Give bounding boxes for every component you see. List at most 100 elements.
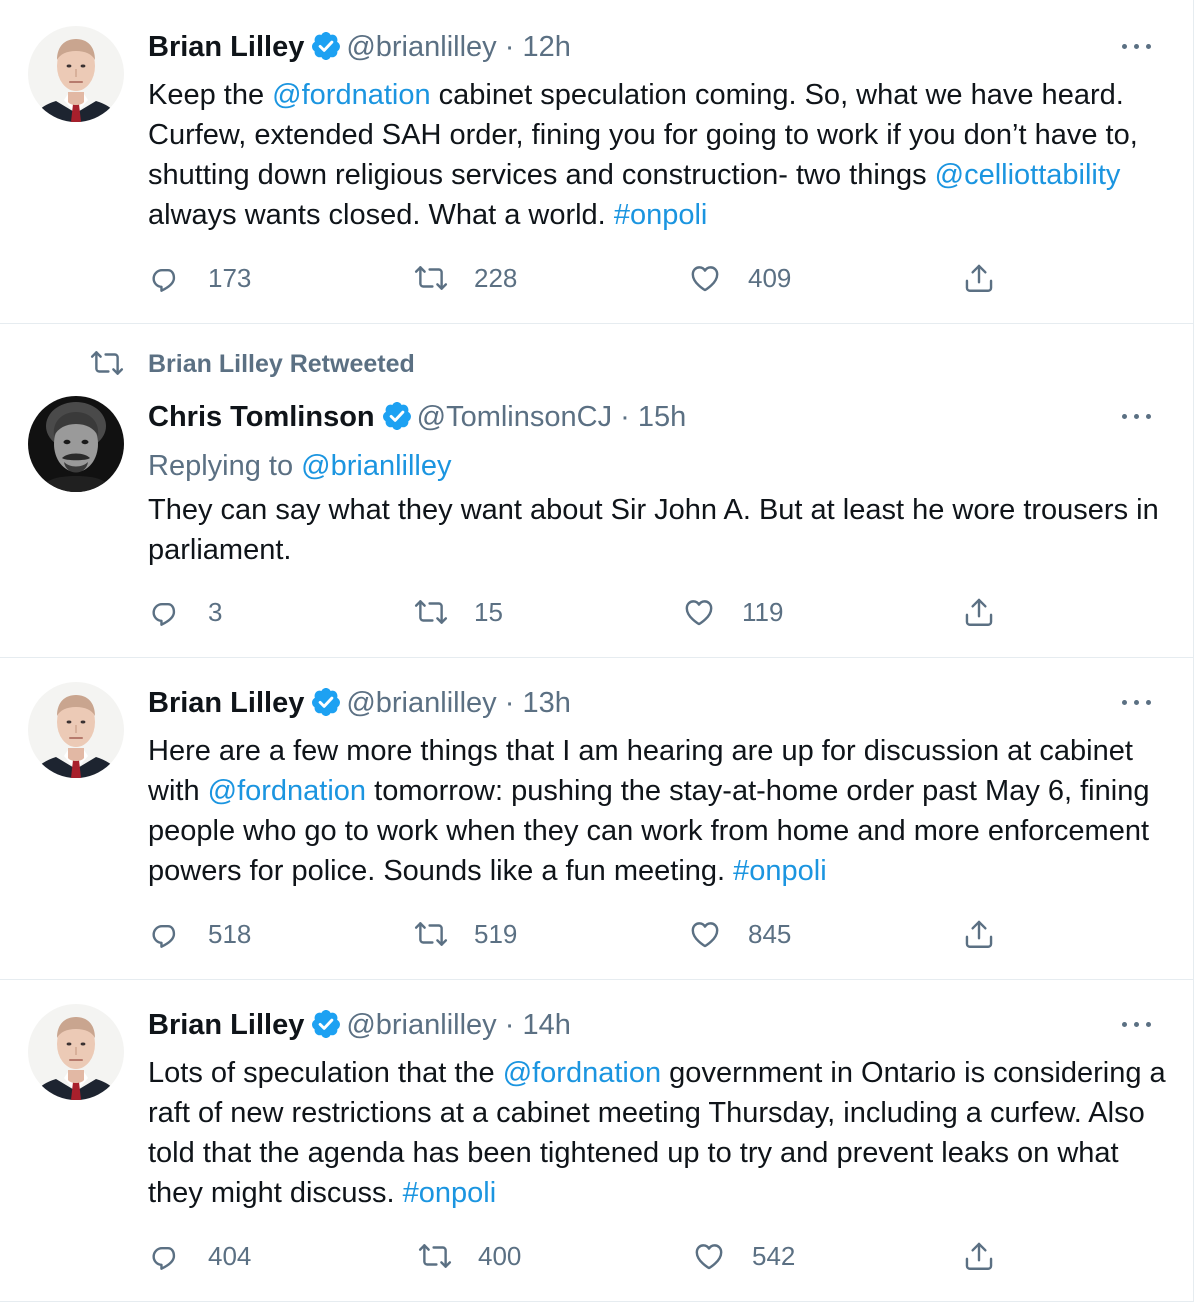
tweet-time[interactable]: 14h	[522, 1009, 570, 1041]
more-options-icon[interactable]	[1122, 36, 1156, 56]
retweet-count: 400	[478, 1240, 522, 1271]
retweet-icon	[418, 1239, 452, 1273]
reply-icon	[148, 917, 182, 951]
retweeted-by-text[interactable]: Brian Lilley Retweeted	[148, 350, 415, 379]
tweet-time[interactable]: 15h	[638, 401, 686, 433]
tweet-actions: 404 400 542	[148, 1236, 1008, 1276]
tweet-actions: 3 15 119	[148, 592, 1008, 632]
like-icon	[688, 917, 722, 951]
like-count: 542	[752, 1240, 796, 1271]
author-handle[interactable]: @brianlilley	[346, 31, 496, 63]
share-icon	[962, 1239, 996, 1273]
like-button[interactable]: 409	[688, 258, 791, 298]
reply-button[interactable]: 404	[148, 1236, 251, 1276]
more-options-icon[interactable]	[1122, 1014, 1156, 1034]
hashtag-link[interactable]: #onpoli	[733, 855, 827, 887]
retweet-count: 15	[474, 596, 503, 627]
tweet-header: Brian Lilley @brianlilley · 13h	[148, 685, 571, 721]
mention-link[interactable]: @fordnation	[272, 79, 430, 111]
like-icon	[692, 1239, 726, 1273]
tweet-text: They can say what they want about Sir Jo…	[148, 490, 1168, 570]
hashtag-link[interactable]: #onpoli	[614, 199, 708, 231]
like-button[interactable]: 845	[688, 914, 791, 954]
like-count: 119	[742, 596, 784, 627]
verified-badge-icon	[310, 686, 342, 718]
tweet-text: Lots of speculation that the @fordnation…	[148, 1053, 1168, 1213]
avatar[interactable]	[28, 26, 124, 122]
share-button[interactable]	[962, 258, 1022, 298]
tweet-header: Brian Lilley @brianlilley · 14h	[148, 1007, 571, 1043]
reply-count: 173	[208, 262, 252, 293]
text-segment: always wants closed. What a world.	[148, 199, 614, 231]
like-icon	[682, 595, 716, 629]
tweet-text: Keep the @fordnation cabinet speculation…	[148, 75, 1168, 235]
mention-link[interactable]: @fordnation	[503, 1057, 661, 1089]
retweet-count: 519	[474, 918, 518, 949]
avatar-brian-image	[28, 26, 124, 122]
share-icon	[962, 261, 996, 295]
separator-dot: ·	[496, 687, 523, 719]
reply-count: 3	[208, 596, 223, 627]
tweet-header: Chris Tomlinson @TomlinsonCJ · 15h	[148, 399, 686, 435]
reply-button[interactable]: 3	[148, 592, 222, 632]
author-name[interactable]: Brian Lilley	[148, 687, 304, 719]
retweet-icon	[414, 595, 448, 629]
author-handle[interactable]: @TomlinsonCJ	[417, 401, 612, 433]
like-icon	[688, 261, 722, 295]
reply-button[interactable]: 173	[148, 258, 251, 298]
reply-icon	[148, 261, 182, 295]
tweet-time[interactable]: 13h	[522, 687, 570, 719]
more-options-icon[interactable]	[1122, 692, 1156, 712]
reply-button[interactable]: 518	[148, 914, 251, 954]
reply-count: 518	[208, 918, 252, 949]
tweet-time[interactable]: 12h	[522, 31, 570, 63]
avatar[interactable]	[28, 1004, 124, 1100]
tweet[interactable]: Brian Lilley Retweeted Chris Tomlinson @T…	[0, 324, 1194, 658]
tweet[interactable]: Brian Lilley @brianlilley · 12h Keep the …	[0, 0, 1194, 324]
text-segment: They can say what they want about Sir Jo…	[148, 494, 1159, 566]
avatar-chris-image	[28, 396, 124, 492]
retweet-icon	[90, 346, 124, 380]
retweet-button[interactable]: 400	[418, 1236, 521, 1276]
share-icon	[962, 595, 996, 629]
avatar[interactable]	[28, 396, 124, 492]
separator-dot: ·	[496, 31, 523, 63]
retweet-button[interactable]: 519	[414, 914, 517, 954]
tweet[interactable]: Brian Lilley @brianlilley · 14h Lots of s…	[0, 980, 1194, 1302]
mention-link[interactable]: @celliottability	[935, 159, 1121, 191]
reply-icon	[148, 1239, 182, 1273]
author-name[interactable]: Brian Lilley	[148, 31, 304, 63]
avatar-brian-image	[28, 682, 124, 778]
tweet-header: Brian Lilley @brianlilley · 12h	[148, 29, 571, 65]
more-options-icon[interactable]	[1122, 406, 1156, 426]
retweet-icon	[414, 917, 448, 951]
share-button[interactable]	[962, 592, 1022, 632]
avatar[interactable]	[28, 682, 124, 778]
reply-count: 404	[208, 1240, 252, 1271]
like-button[interactable]: 542	[692, 1236, 795, 1276]
reply-icon	[148, 595, 182, 629]
author-handle[interactable]: @brianlilley	[346, 687, 496, 719]
verified-badge-icon	[310, 30, 342, 62]
verified-badge-icon	[310, 1008, 342, 1040]
hashtag-link[interactable]: #onpoli	[403, 1177, 497, 1209]
author-name[interactable]: Chris Tomlinson	[148, 401, 375, 433]
tweet-actions: 173 228 409	[148, 258, 1008, 298]
tweet[interactable]: Brian Lilley @brianlilley · 13h Here are …	[0, 658, 1194, 980]
like-button[interactable]: 119	[682, 592, 783, 632]
replying-to-label: Replying to	[148, 450, 302, 482]
like-count: 409	[748, 262, 792, 293]
retweet-button[interactable]: 228	[414, 258, 517, 298]
author-name[interactable]: Brian Lilley	[148, 1009, 304, 1041]
reply-context: Replying to @brianlilley	[148, 446, 1168, 486]
share-icon	[962, 917, 996, 951]
reply-to-mention[interactable]: @brianlilley	[301, 450, 451, 482]
author-handle[interactable]: @brianlilley	[346, 1009, 496, 1041]
separator-dot: ·	[496, 1009, 523, 1041]
mention-link[interactable]: @fordnation	[208, 775, 366, 807]
share-button[interactable]	[962, 1236, 1022, 1276]
separator-dot: ·	[612, 401, 638, 433]
retweet-button[interactable]: 15	[414, 592, 503, 632]
like-count: 845	[748, 918, 792, 949]
share-button[interactable]	[962, 914, 1022, 954]
